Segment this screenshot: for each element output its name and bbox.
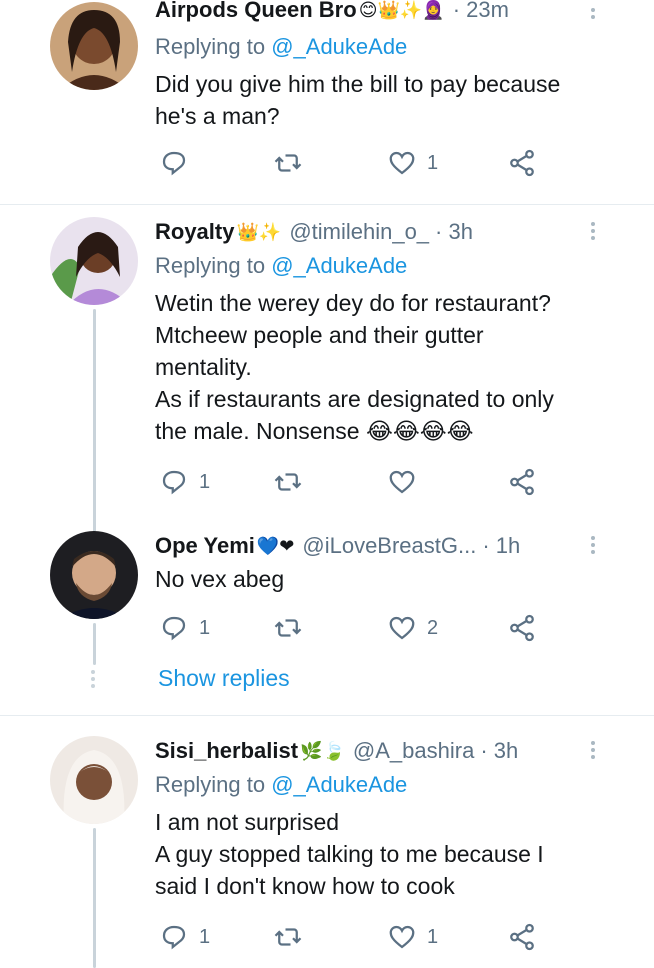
like-button[interactable]: 1: [387, 920, 438, 954]
mention-link[interactable]: @_AdukeAde: [271, 34, 407, 59]
share-icon: [510, 923, 534, 951]
reply-count: 1: [199, 470, 211, 493]
tweet-text: Did you give him the bill to pay because…: [155, 68, 614, 132]
tweet-line: mentality.: [155, 354, 252, 380]
tweet-line: No vex abeg: [155, 566, 285, 592]
name-emojis: 😊👑✨🧕: [358, 0, 445, 21]
name-emojis: 💙❤: [256, 535, 295, 557]
like-button[interactable]: 1: [387, 146, 438, 180]
retweet-button[interactable]: [273, 146, 303, 180]
avatar[interactable]: [50, 736, 138, 824]
tweet-1[interactable]: Airpods Queen Bro 😊👑✨🧕 · 23m Replying to…: [0, 0, 654, 205]
replying-prefix: Replying to: [155, 772, 266, 797]
tweet-line: Did you give him the bill to pay because: [155, 71, 561, 97]
tweet-actions: 1 1: [155, 920, 555, 954]
thread-more-icon[interactable]: [91, 667, 97, 691]
reply-icon: [162, 151, 186, 176]
tweet-actions: 1 2: [155, 611, 555, 645]
mention-link[interactable]: @_AdukeAde: [271, 772, 407, 797]
reply-icon: [162, 616, 186, 641]
replying-prefix: Replying to: [155, 253, 266, 278]
share-icon: [510, 468, 534, 496]
more-icon[interactable]: [587, 738, 599, 762]
like-button[interactable]: [387, 465, 427, 499]
reply-button[interactable]: 1: [159, 465, 210, 499]
reply-button[interactable]: 1: [159, 611, 210, 645]
tweet-line: A guy stopped talking to me because I: [155, 841, 544, 867]
retweet-icon: [274, 619, 302, 637]
more-icon[interactable]: [587, 219, 599, 243]
timestamp[interactable]: · 23m: [453, 0, 509, 23]
thread-line: [93, 828, 96, 968]
like-count: 2: [427, 616, 439, 639]
reply-icon: [162, 470, 186, 495]
retweet-icon: [274, 928, 302, 946]
retweet-icon: [274, 473, 302, 491]
retweet-button[interactable]: [273, 920, 303, 954]
share-icon: [510, 614, 534, 642]
share-button[interactable]: [507, 920, 537, 954]
tweet-text: No vex abeg: [155, 563, 614, 595]
like-count: 1: [427, 925, 439, 948]
timestamp[interactable]: · 1h: [482, 533, 520, 559]
user-handle[interactable]: @A_bashira: [353, 738, 474, 764]
show-replies-link[interactable]: Show replies: [158, 665, 290, 692]
tweet-2[interactable]: Royalty 👑✨ @timilehin_o_ · 3h Replying t…: [0, 205, 654, 539]
tweet-line: Mtcheew people and their gutter: [155, 322, 484, 348]
user-handle[interactable]: @iLoveBreastG...: [302, 533, 476, 559]
like-button[interactable]: 2: [387, 611, 438, 645]
replying-to: Replying to @_AdukeAde: [155, 34, 407, 60]
more-icon[interactable]: [587, 533, 599, 557]
tweet-line: the male. Nonsense 😂😂😂😂: [155, 418, 474, 444]
avatar[interactable]: [50, 217, 138, 305]
like-icon: [389, 616, 415, 640]
tweet-3[interactable]: Ope Yemi 💙❤ @iLoveBreastG... · 1h No vex…: [0, 525, 654, 715]
more-icon[interactable]: [587, 5, 599, 22]
thread-line: [93, 309, 96, 539]
retweet-button[interactable]: [273, 611, 303, 645]
replying-to: Replying to @_AdukeAde: [155, 772, 407, 798]
reply-icon: [162, 925, 186, 950]
name-emojis: 👑✨: [236, 221, 282, 243]
user-handle[interactable]: @timilehin_o_: [289, 219, 429, 245]
replying-prefix: Replying to: [155, 34, 266, 59]
retweet-button[interactable]: [273, 465, 303, 499]
display-name[interactable]: Royalty: [155, 219, 234, 245]
reply-count: 1: [199, 616, 211, 639]
like-icon: [389, 151, 415, 175]
like-icon: [389, 925, 415, 949]
tweet-text: I am not surprised A guy stopped talking…: [155, 806, 614, 902]
display-name[interactable]: Ope Yemi: [155, 533, 255, 559]
mention-link[interactable]: @_AdukeAde: [271, 253, 407, 278]
thread-line: [93, 623, 96, 665]
tweet-text: Wetin the werey dey do for restaurant? M…: [155, 287, 614, 447]
tweet-actions: 1: [155, 465, 555, 499]
avatar[interactable]: [50, 531, 138, 619]
avatar[interactable]: [50, 2, 138, 90]
tweet-line: As if restaurants are designated to only: [155, 386, 554, 412]
timestamp[interactable]: · 3h: [480, 738, 518, 764]
display-name[interactable]: Airpods Queen Bro: [155, 0, 357, 23]
like-icon: [389, 470, 415, 494]
replying-to: Replying to @_AdukeAde: [155, 253, 407, 279]
retweet-icon: [274, 154, 302, 172]
share-button[interactable]: [507, 146, 537, 180]
tweet-line: I am not surprised: [155, 809, 340, 835]
tweet-line: said I don't know how to cook: [155, 873, 455, 899]
reply-button[interactable]: [159, 146, 199, 180]
reply-count: 1: [199, 925, 211, 948]
share-button[interactable]: [507, 465, 537, 499]
share-icon: [510, 149, 534, 177]
share-button[interactable]: [507, 611, 537, 645]
reply-button[interactable]: 1: [159, 920, 210, 954]
tweet-line: Wetin the werey dey do for restaurant?: [155, 290, 551, 316]
tweet-line: he's a man?: [155, 103, 280, 129]
name-emojis: 🌿🍃: [300, 740, 345, 762]
tweet-actions: 1: [155, 146, 555, 180]
like-count: 1: [427, 151, 439, 174]
timestamp[interactable]: · 3h: [435, 219, 473, 245]
tweet-4[interactable]: Sisi_herbalist 🌿🍃 @A_bashira · 3h Replyi…: [0, 716, 654, 968]
display-name[interactable]: Sisi_herbalist: [155, 738, 298, 764]
